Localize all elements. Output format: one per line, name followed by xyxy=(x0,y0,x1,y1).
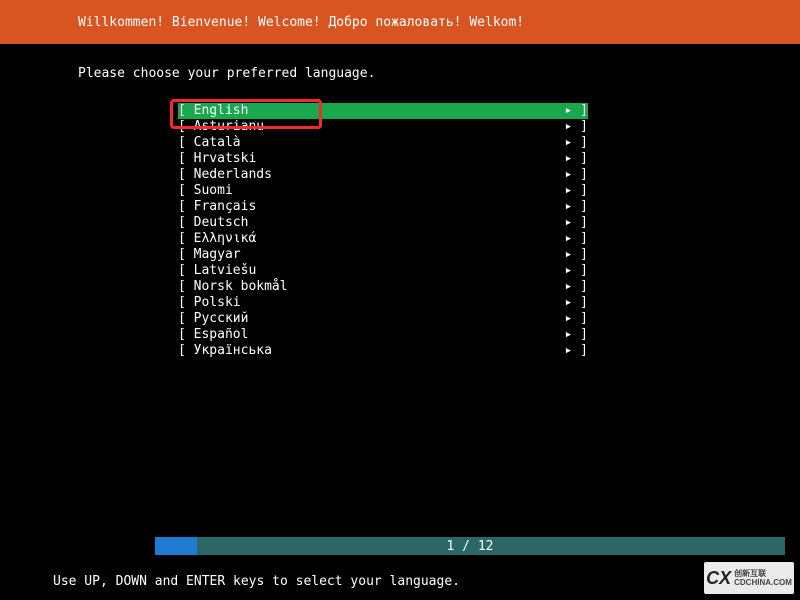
language-item[interactable]: [ Magyar ▸ ] xyxy=(178,247,588,263)
chevron-right-icon: ▸ ] xyxy=(565,215,588,231)
chevron-right-icon: ▸ ] xyxy=(565,119,588,135)
language-item[interactable]: [ Latviešu ▸ ] xyxy=(178,263,588,279)
chevron-right-icon: ▸ ] xyxy=(565,231,588,247)
footer-hint: Use UP, DOWN and ENTER keys to select yo… xyxy=(53,574,460,589)
language-label: [ Hrvatski xyxy=(178,151,256,167)
language-label: [ Magyar xyxy=(178,247,241,263)
chevron-right-icon: ▸ ] xyxy=(565,263,588,279)
language-item[interactable]: [ Français ▸ ] xyxy=(178,199,588,215)
watermark-text: 创新互联 CDCHINA.COM xyxy=(734,569,792,587)
language-item[interactable]: [ Hrvatski ▸ ] xyxy=(178,151,588,167)
language-item[interactable]: [ Suomi ▸ ] xyxy=(178,183,588,199)
language-label: [ Suomi xyxy=(178,183,233,199)
language-label: [ Deutsch xyxy=(178,215,248,231)
language-label: [ Norsk bokmål xyxy=(178,279,288,295)
language-item[interactable]: [ Ελληνικά ▸ ] xyxy=(178,231,588,247)
progress-bar: 1 / 12 xyxy=(155,537,785,555)
prompt-text: Please choose your preferred language. xyxy=(78,66,800,81)
progress-label: 1 / 12 xyxy=(447,539,494,554)
language-item[interactable]: [ English ▸ ] xyxy=(178,103,588,119)
language-item[interactable]: [ Asturianu ▸ ] xyxy=(178,119,588,135)
language-item[interactable]: [ Polski ▸ ] xyxy=(178,295,588,311)
language-label: [ Asturianu xyxy=(178,119,264,135)
language-item[interactable]: [ Русский ▸ ] xyxy=(178,311,588,327)
header-title: Willkommen! Bienvenue! Welcome! Добро по… xyxy=(78,15,524,30)
progress-fill xyxy=(155,537,197,555)
watermark-logo: CX 创新互联 CDCHINA.COM xyxy=(704,562,794,594)
language-label: [ Українська xyxy=(178,343,272,359)
chevron-right-icon: ▸ ] xyxy=(565,199,588,215)
header-bar: Willkommen! Bienvenue! Welcome! Добро по… xyxy=(0,0,800,44)
language-label: [ Latviešu xyxy=(178,263,256,279)
chevron-right-icon: ▸ ] xyxy=(565,311,588,327)
chevron-right-icon: ▸ ] xyxy=(565,183,588,199)
language-label: [ Nederlands xyxy=(178,167,272,183)
language-item[interactable]: [ Español ▸ ] xyxy=(178,327,588,343)
language-item[interactable]: [ Norsk bokmål ▸ ] xyxy=(178,279,588,295)
language-list[interactable]: [ English▸ ][ Asturianu▸ ][ Català▸ ][ H… xyxy=(78,103,800,359)
language-item[interactable]: [ Català ▸ ] xyxy=(178,135,588,151)
language-item[interactable]: [ Nederlands ▸ ] xyxy=(178,167,588,183)
chevron-right-icon: ▸ ] xyxy=(565,343,588,359)
language-label: [ Polski xyxy=(178,295,241,311)
language-item[interactable]: [ Deutsch ▸ ] xyxy=(178,215,588,231)
chevron-right-icon: ▸ ] xyxy=(565,247,588,263)
language-label: [ English xyxy=(178,103,248,119)
language-label: [ Français xyxy=(178,199,256,215)
watermark-cx: CX xyxy=(706,568,731,589)
chevron-right-icon: ▸ ] xyxy=(565,279,588,295)
chevron-right-icon: ▸ ] xyxy=(565,151,588,167)
chevron-right-icon: ▸ ] xyxy=(565,103,588,119)
main-content: Please choose your preferred language. [… xyxy=(0,44,800,359)
language-label: [ Ελληνικά xyxy=(178,231,256,247)
chevron-right-icon: ▸ ] xyxy=(565,327,588,343)
language-label: [ Русский xyxy=(178,311,248,327)
chevron-right-icon: ▸ ] xyxy=(565,135,588,151)
language-label: [ Català xyxy=(178,135,241,151)
language-item[interactable]: [ Українська ▸ ] xyxy=(178,343,588,359)
chevron-right-icon: ▸ ] xyxy=(565,295,588,311)
chevron-right-icon: ▸ ] xyxy=(565,167,588,183)
language-label: [ Español xyxy=(178,327,248,343)
